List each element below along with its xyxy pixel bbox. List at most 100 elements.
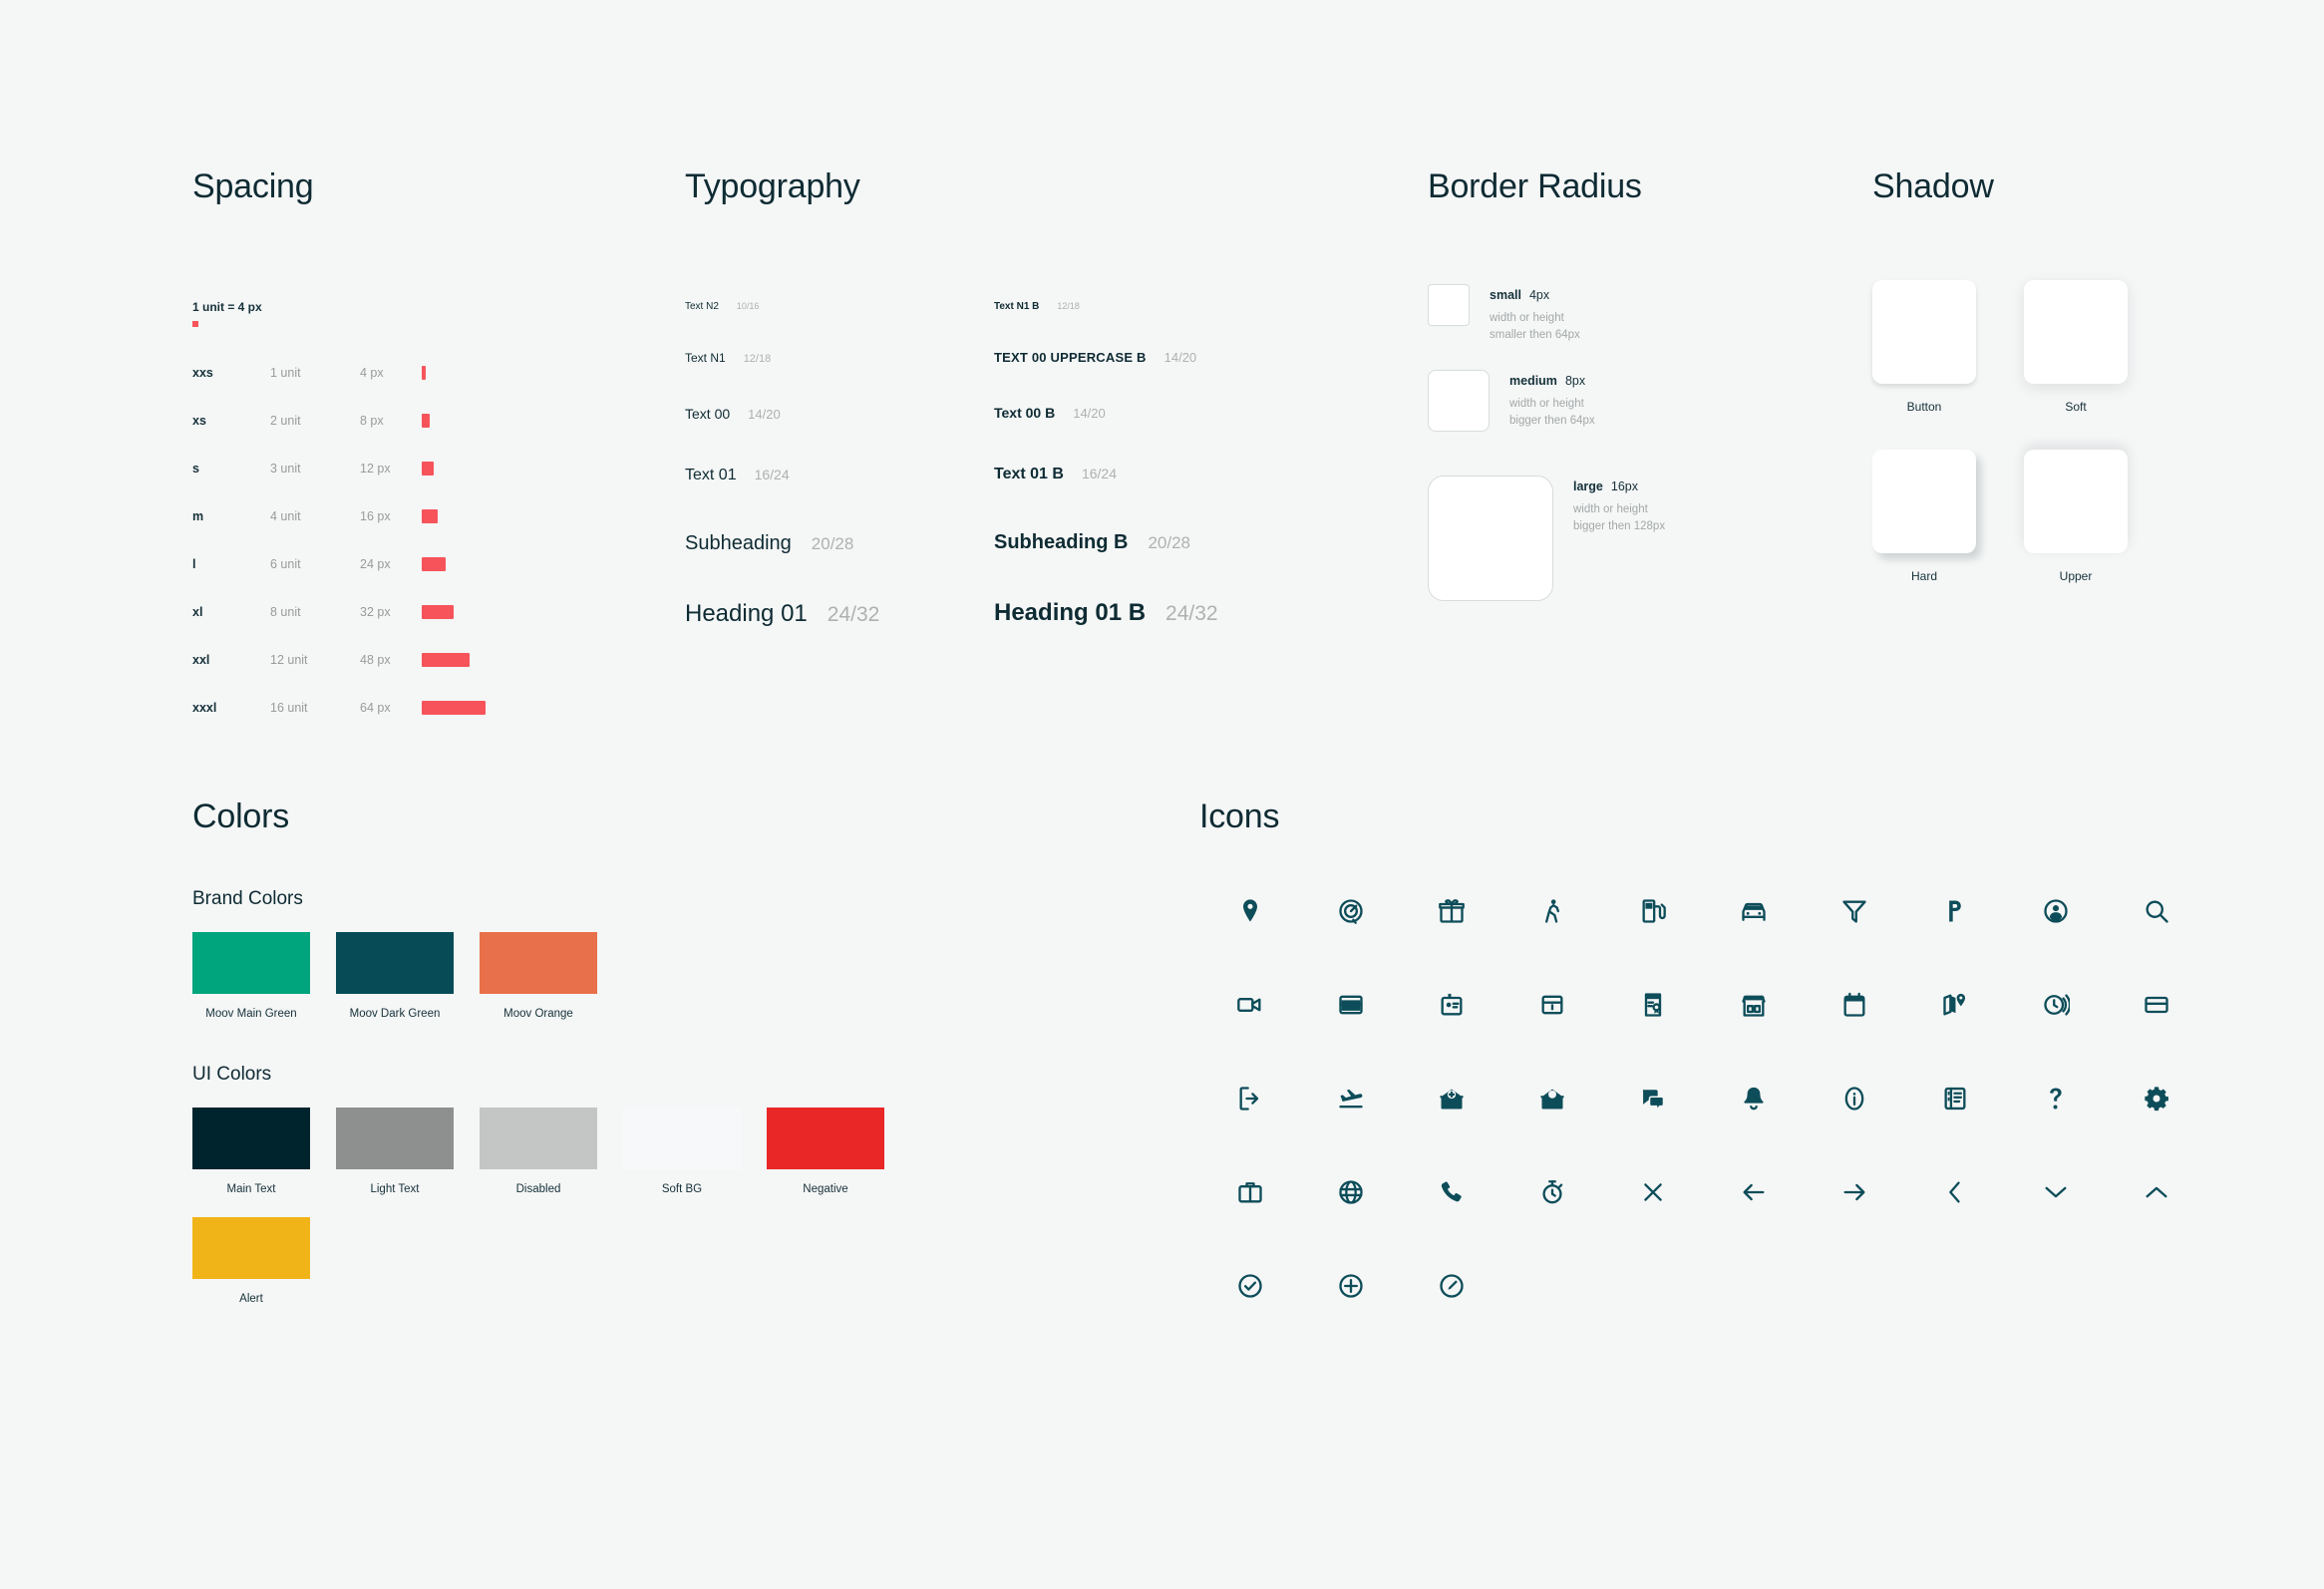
typography-specimen: Subheading 20/28	[685, 529, 994, 558]
stopwatch-icon[interactable]	[1501, 1175, 1602, 1209]
color-label: Main Text	[226, 1183, 276, 1195]
colors-heading: Colors	[192, 797, 290, 835]
gear-icon[interactable]	[2106, 1082, 2206, 1115]
brand-colors-row: Moov Main Green Moov Dark Green Moov Orang…	[192, 932, 1030, 1020]
color-swatch	[192, 1217, 310, 1279]
color-label: Soft BG	[661, 1183, 703, 1195]
card-box-icon[interactable]	[1501, 988, 1602, 1022]
color-swatch-cell: Alert	[192, 1217, 310, 1305]
spacing-heading: Spacing	[192, 167, 314, 205]
spacing-px: 24 px	[360, 557, 391, 571]
chevron-left-icon[interactable]	[1904, 1175, 2005, 1209]
walking-person-icon[interactable]	[1501, 894, 1602, 928]
calendar-icon[interactable]	[1804, 988, 1904, 1022]
spacing-px: 16 px	[360, 509, 391, 523]
chat-bubbles-icon[interactable]	[1602, 1082, 1703, 1115]
typography-label: Text N1 B	[994, 301, 1040, 312]
plus-circle-icon[interactable]	[1300, 1269, 1401, 1303]
spacing-name: xxl	[192, 653, 210, 667]
typography-size: 24/32	[1165, 602, 1218, 625]
contact-list-icon[interactable]	[1904, 1082, 2005, 1115]
map-location-icon[interactable]	[1904, 988, 2005, 1022]
bell-icon[interactable]	[1703, 1082, 1804, 1115]
color-swatch	[192, 1108, 310, 1169]
spacing-bar	[422, 701, 486, 715]
spacing-row: xxxl 16 unit 64 px	[192, 684, 611, 732]
close-x-icon[interactable]	[1602, 1175, 1703, 1209]
arrow-left-icon[interactable]	[1703, 1175, 1804, 1209]
gauge-icon[interactable]	[1300, 894, 1401, 928]
typography-regular-column: Text N2 10/16 Text N1 12/18 Text 00 14/20 Text…	[685, 298, 994, 631]
spacing-bar	[422, 414, 430, 428]
typography-size: 24/32	[827, 603, 880, 626]
spacing-name: xs	[192, 414, 206, 428]
typography-size: 16/24	[1081, 466, 1117, 481]
spacing-unit: 16 unit	[270, 701, 308, 715]
typography-specimen: Text 00 B 14/20	[994, 403, 1393, 424]
gift-icon[interactable]	[1401, 894, 1501, 928]
typography-size: 20/28	[811, 534, 854, 553]
shadow-swatch	[1872, 280, 1976, 384]
spacing-bar	[422, 653, 470, 667]
shadow-swatch	[2024, 450, 2128, 553]
wallet-icon[interactable]	[1300, 988, 1401, 1022]
border-radius-swatch	[1428, 370, 1490, 432]
shadow-label: Soft	[2065, 400, 2087, 414]
color-swatch-cell: Moov Main Green	[192, 932, 310, 1020]
briefcase-icon[interactable]	[1199, 1175, 1300, 1209]
spacing-list: xxs 1 unit 4 px xs 2 unit 8 px s 3 unit 12 px m 4 …	[192, 349, 611, 732]
typography-specimen: Subheading B 20/28	[994, 528, 1393, 557]
spacing-bar	[422, 557, 446, 571]
id-badge-icon[interactable]	[1401, 988, 1501, 1022]
check-circle-icon[interactable]	[1199, 1269, 1300, 1303]
typography-specimen: Heading 01 24/32	[685, 598, 994, 631]
map-pin-icon[interactable]	[1199, 894, 1300, 928]
chevron-up-icon[interactable]	[2106, 1175, 2206, 1209]
envelope-open-icon[interactable]	[1501, 1082, 1602, 1115]
mail-add-icon[interactable]	[1401, 1082, 1501, 1115]
filter-funnel-icon[interactable]	[1804, 894, 1904, 928]
phone-icon[interactable]	[1401, 1175, 1501, 1209]
spacing-unit: 3 unit	[270, 462, 301, 476]
color-swatch-cell: Main Text	[192, 1108, 310, 1195]
typography-specimen: Text N1 12/18	[685, 349, 994, 368]
logout-icon[interactable]	[1199, 1082, 1300, 1115]
info-circle-icon[interactable]	[1804, 1082, 1904, 1115]
spacing-name: s	[192, 462, 199, 476]
video-camera-icon[interactable]	[1199, 988, 1300, 1022]
border-radius-item: small 4px width or height smaller then 64px	[1428, 284, 1757, 344]
globe-icon[interactable]	[1300, 1175, 1401, 1209]
border-radius-label: small 4px	[1490, 288, 1550, 302]
arrow-right-icon[interactable]	[1804, 1175, 1904, 1209]
border-radius-swatch	[1428, 476, 1553, 601]
spacing-row: xxs 1 unit 4 px	[192, 349, 611, 397]
chevron-down-icon[interactable]	[2005, 1175, 2106, 1209]
fuel-pump-icon[interactable]	[1602, 894, 1703, 928]
question-mark-icon[interactable]	[2005, 1082, 2106, 1115]
car-icon[interactable]	[1703, 894, 1804, 928]
parking-icon[interactable]	[1904, 894, 2005, 928]
credit-card-icon[interactable]	[2106, 988, 2206, 1022]
color-swatch-cell: Moov Dark Green	[336, 932, 454, 1020]
clock-waves-icon[interactable]	[2005, 988, 2106, 1022]
typography-label: Subheading	[685, 532, 792, 554]
search-icon[interactable]	[2106, 894, 2206, 928]
storefront-icon[interactable]	[1703, 988, 1804, 1022]
icon-grid	[1199, 894, 2206, 1303]
spacing-row: xs 2 unit 8 px	[192, 397, 611, 445]
plane-landing-icon[interactable]	[1300, 1082, 1401, 1115]
spacing-row: l 6 unit 24 px	[192, 540, 611, 588]
user-circle-icon[interactable]	[2005, 894, 2106, 928]
typography-size: 10/16	[736, 301, 760, 311]
typography-specimen: TEXT 00 UPPERCASE B 14/20	[994, 349, 1393, 367]
spacing-px: 8 px	[360, 414, 384, 428]
shadow-label: Button	[1906, 400, 1942, 414]
certificate-icon[interactable]	[1602, 988, 1703, 1022]
typography-size: 14/20	[1163, 350, 1197, 365]
edit-circle-icon[interactable]	[1401, 1269, 1501, 1303]
